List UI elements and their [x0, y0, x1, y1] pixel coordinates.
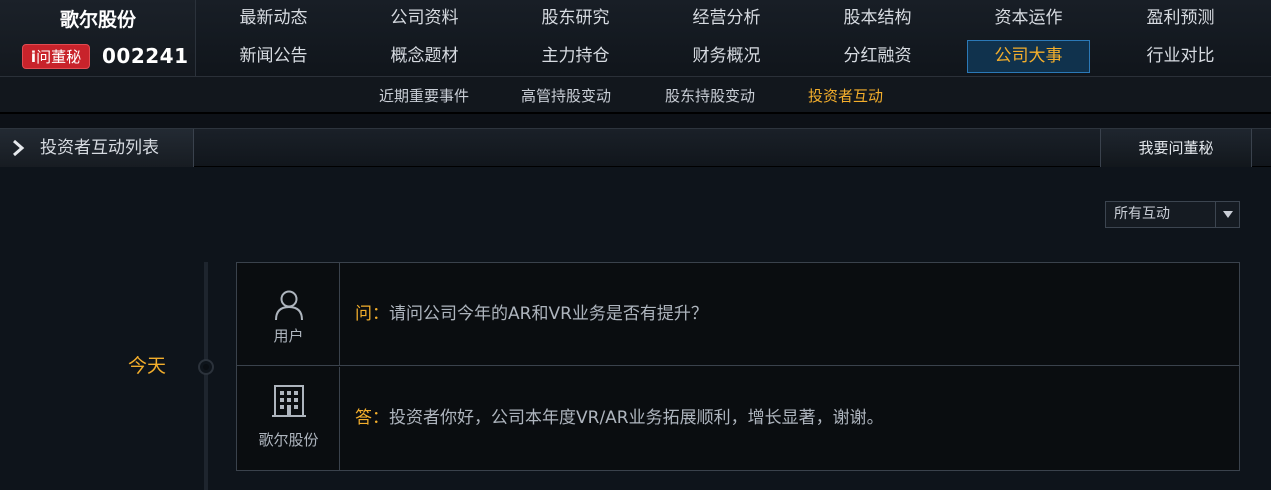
menu-item-announcements[interactable]: 新闻公告 — [212, 40, 335, 73]
menu-item-shareholder-research[interactable]: 股东研究 — [514, 2, 637, 35]
question-body: 请问公司今年的AR和VR业务是否有提升？ — [389, 304, 708, 324]
dropdown-toggle[interactable] — [1215, 202, 1239, 227]
section-title: 投资者互动列表 — [40, 138, 159, 158]
menu-item-company-events[interactable]: 公司大事 — [967, 40, 1090, 73]
timeline-date: 今天 — [128, 355, 167, 377]
menu-item-company-profile[interactable]: 公司资料 — [363, 2, 486, 35]
sub-menu: 近期重要事件 高管持股变动 股东持股变动 投资者互动 — [0, 76, 1271, 114]
menu-item-equity-structure[interactable]: 股本结构 — [816, 2, 939, 35]
qa-card: 用户 问：请问公司今年的AR和VR业务是否有提升？ 歌尔股份 答：投资者你好，公… — [236, 262, 1240, 471]
menu-item-earnings-forecast[interactable]: 盈利预测 — [1119, 2, 1242, 35]
responder-cell: 歌尔股份 — [237, 367, 340, 470]
ask-secretary-badge[interactable]: i问董秘 — [22, 44, 90, 69]
submenu-item-recent-events[interactable]: 近期重要事件 — [379, 77, 469, 115]
user-icon — [237, 289, 340, 325]
stock-code: 002241 — [102, 44, 189, 68]
main-menu: 最新动态 公司资料 股东研究 经营分析 股本结构 资本运作 盈利预测 新闻公告 … — [196, 0, 1271, 76]
answer-prefix: 答： — [355, 408, 389, 428]
question-prefix: 问： — [355, 304, 389, 324]
menu-item-latest-news[interactable]: 最新动态 — [212, 2, 335, 35]
question-text: 问：请问公司今年的AR和VR业务是否有提升？ — [355, 263, 708, 365]
answer-row: 歌尔股份 答：投资者你好，公司本年度VR/AR业务拓展顺利，增长显著，谢谢。 — [237, 367, 1239, 470]
submenu-item-executive-holdings[interactable]: 高管持股变动 — [521, 77, 611, 115]
menu-item-main-holdings[interactable]: 主力持仓 — [514, 40, 637, 73]
menu-item-capital-operation[interactable]: 资本运作 — [967, 2, 1090, 35]
chevron-right-icon — [13, 139, 25, 157]
building-icon — [237, 384, 340, 422]
company-name: 歌尔股份 — [59, 9, 136, 31]
timeline-dot — [198, 359, 214, 375]
answer-body: 投资者你好，公司本年度VR/AR业务拓展顺利，增长显著，谢谢。 — [389, 408, 884, 428]
ask-secretary-label: 问董秘 — [36, 48, 82, 66]
triangle-down-icon — [1223, 211, 1233, 218]
ask-secretary-button[interactable]: 我要问董秘 — [1100, 129, 1252, 167]
question-row: 用户 问：请问公司今年的AR和VR业务是否有提升？ — [237, 263, 1239, 366]
submenu-item-investor-interaction[interactable]: 投资者互动 — [808, 77, 883, 115]
interaction-list: 所有互动 今天 用户 问：请问公司今年的AR和VR业务是否有提升？ 歌尔股份 答… — [0, 167, 1271, 490]
section-title-tab: 投资者互动列表 — [0, 129, 194, 167]
filter-selected-value: 所有互动 — [1114, 206, 1170, 222]
submenu-item-shareholder-holdings[interactable]: 股东持股变动 — [665, 77, 755, 115]
asker-label: 用户 — [273, 327, 304, 345]
interaction-filter-select[interactable]: 所有互动 — [1105, 201, 1240, 228]
menu-item-financial-overview[interactable]: 财务概况 — [665, 40, 788, 73]
timeline-line — [204, 262, 208, 490]
asker-cell: 用户 — [237, 263, 340, 365]
section-header: 投资者互动列表 我要问董秘 — [0, 128, 1271, 167]
top-navigation: 歌尔股份 i问董秘 002241 最新动态 公司资料 股东研究 经营分析 股本结… — [0, 0, 1271, 114]
brand-panel: 歌尔股份 i问董秘 002241 — [0, 0, 196, 76]
menu-item-concepts[interactable]: 概念题材 — [363, 40, 486, 73]
menu-item-business-analysis[interactable]: 经营分析 — [665, 2, 788, 35]
responder-label: 歌尔股份 — [258, 431, 319, 449]
menu-item-dividends-financing[interactable]: 分红融资 — [816, 40, 939, 73]
menu-item-industry-comparison[interactable]: 行业对比 — [1119, 40, 1242, 73]
answer-text: 答：投资者你好，公司本年度VR/AR业务拓展顺利，增长显著，谢谢。 — [355, 367, 884, 470]
